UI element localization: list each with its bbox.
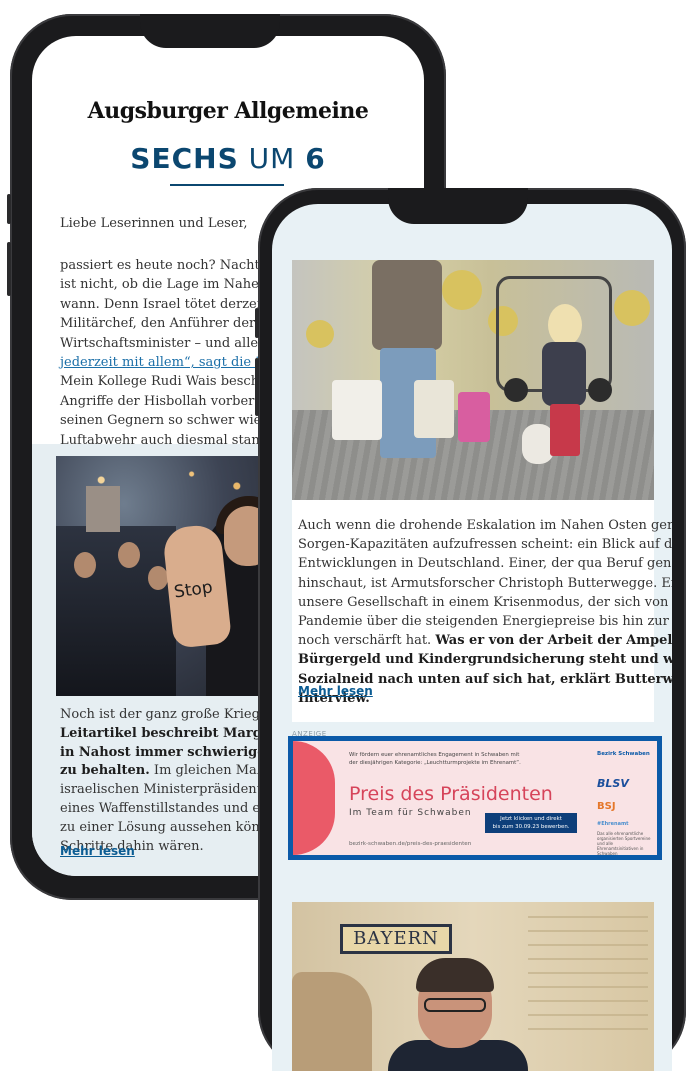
ad-logo-column: Bezirk Schwaben BLSV BSJ #Ehrenamt Das a… xyxy=(593,749,653,855)
text-line: Entwicklungen in Deutschland. Einer, der… xyxy=(298,556,672,572)
article-paragraph: Auch wenn die drohende Eskalation im Nah… xyxy=(298,516,672,708)
phone-side-button xyxy=(255,358,259,416)
butterwegge-photo[interactable]: BAYERN xyxy=(292,902,654,1071)
ad-decoration xyxy=(293,741,335,855)
shopping-bags-photo[interactable] xyxy=(292,260,654,500)
brand-logo: Augsburger Allgemeine xyxy=(87,98,369,124)
photo-background-text xyxy=(528,916,648,1036)
title-underline xyxy=(170,184,284,186)
phone-notch xyxy=(140,14,280,48)
read-more-link[interactable]: Mehr lesen xyxy=(60,844,135,858)
protest-photo[interactable]: Stop xyxy=(56,456,282,696)
bezirk-logo: Bezirk Schwaben xyxy=(597,751,650,757)
newsletter-title: SECHS UM 6 xyxy=(32,142,424,175)
ad-intro-text: Wir fördern euer ehrenamtliches Engageme… xyxy=(349,751,521,767)
text-line: Pandemie über die steigenden Energieprei… xyxy=(298,614,672,630)
phone-side-button xyxy=(255,308,259,338)
ad-cta-line: Jetzt klicken und direkt xyxy=(500,816,562,822)
ad-cta-button[interactable]: Jetzt klicken und direkt bis zum 30.09.2… xyxy=(485,813,577,833)
wall-dot xyxy=(614,290,650,326)
stroller-wheel xyxy=(588,378,612,402)
ad-content: Wir fördern euer ehrenamtliches Engageme… xyxy=(293,741,657,855)
newsletter-title-word: 6 xyxy=(305,142,326,175)
newsletter-title-word: UM xyxy=(248,142,296,175)
ad-intro-line: Wir fördern euer ehrenamtliches Engageme… xyxy=(349,752,520,758)
wall-dot xyxy=(306,320,334,348)
shopping-bag xyxy=(414,380,454,438)
ad-fineprint: Das alle ehrenamtliche organisierten Spo… xyxy=(597,831,651,855)
text-line: Bürgergeld und Kindergrundsicherung steh… xyxy=(298,650,672,669)
text-line: Sorgen-Kapazitäten aufzufressen scheint:… xyxy=(298,537,672,553)
photo-map xyxy=(292,972,372,1071)
shopping-bag xyxy=(332,380,382,440)
ad-url[interactable]: bezirk-schwaben.de/preis-des-praesidente… xyxy=(349,841,471,847)
text-line: noch verschärft hat. Was er von der Arbe… xyxy=(298,631,672,650)
bold-text: zu behalten. xyxy=(60,763,150,779)
advertisement-banner[interactable]: Wir fördern euer ehrenamtliches Engageme… xyxy=(288,736,662,860)
front-phone-screen: Auch wenn die drohende Eskalation im Nah… xyxy=(272,204,672,1071)
ehrenamt-logo: #Ehrenamt xyxy=(597,821,629,827)
text-line: unsere Gesellschaft in einem Krisenmodus… xyxy=(298,594,672,610)
photo-man-glasses xyxy=(424,998,486,1012)
shopping-bag xyxy=(458,392,490,442)
ad-subtitle: Im Team für Schwaben xyxy=(349,808,472,818)
photo-child-head xyxy=(548,304,582,346)
phone-side-button xyxy=(7,242,11,296)
ad-intro-line: der diesjährigen Kategorie: „Leuchtturmp… xyxy=(349,760,521,766)
phone-side-button xyxy=(7,194,11,224)
ad-title: Preis des Präsidenten xyxy=(349,783,553,805)
bold-text: Was er von der Arbeit der Ampel hält, wi… xyxy=(435,633,672,649)
text-run: noch verschärft hat. xyxy=(298,633,436,649)
bayern-sign: BAYERN xyxy=(340,924,452,954)
stroller-wheel xyxy=(504,378,528,402)
photo-adult xyxy=(372,260,442,350)
photo-face xyxy=(118,542,140,568)
photo-man-hair xyxy=(416,958,494,992)
photo-child-legs xyxy=(550,404,580,456)
text-line: hinschaut, ist Armutsforscher Christoph … xyxy=(298,575,672,591)
wall-dot xyxy=(442,270,482,310)
photo-sign xyxy=(86,486,120,532)
photo-face xyxy=(148,566,168,590)
bold-text: Bürgergeld und Kindergrundsicherung steh… xyxy=(298,652,672,668)
newsletter-title-word: SECHS xyxy=(130,142,239,175)
phone-notch xyxy=(388,188,528,224)
bsj-logo: BSJ xyxy=(597,801,616,812)
photo-face xyxy=(74,552,96,578)
article-card: Auch wenn die drohende Eskalation im Nah… xyxy=(292,260,672,722)
photo-child xyxy=(542,342,586,406)
read-more-link[interactable]: Mehr lesen xyxy=(298,684,373,698)
text-line: Auch wenn die drohende Eskalation im Nah… xyxy=(298,518,672,533)
front-phone-frame: Auch wenn die drohende Eskalation im Nah… xyxy=(255,188,686,1071)
blsv-logo: BLSV xyxy=(597,777,629,790)
photo-crowd xyxy=(56,526,176,696)
ad-cta-line: bis zum 30.09.23 bewerben. xyxy=(492,824,570,830)
